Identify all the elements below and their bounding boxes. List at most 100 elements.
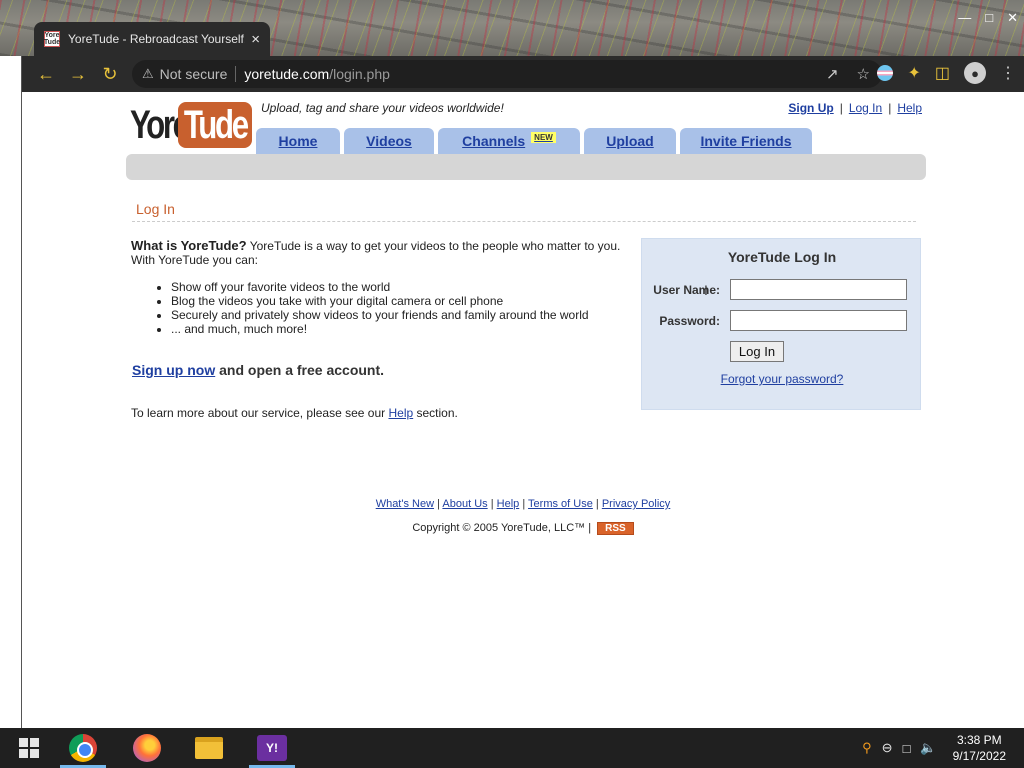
feature-list: Show off your favorite videos to the wor… <box>171 280 589 336</box>
url-host[interactable]: yoretude.com <box>244 66 329 82</box>
site-tagline: Upload, tag and share your videos worldw… <box>261 101 504 115</box>
taskbar-file-explorer[interactable] <box>180 728 238 768</box>
copyright-text: Copyright © 2005 YoreTude, LLC™ | <box>412 522 595 534</box>
address-bar-actions: ↗ ☆ <box>826 65 870 83</box>
flag-extension-icon[interactable] <box>877 65 894 81</box>
yahoo-messenger-icon: Y! <box>257 735 287 761</box>
tab-upload[interactable]: Upload <box>584 128 676 154</box>
windows-logo-icon <box>19 738 39 758</box>
puzzle-extensions-icon[interactable]: ✦ <box>907 63 920 83</box>
window-controls: — □ ✕ <box>958 10 1018 26</box>
log-in-button[interactable]: Log In <box>730 341 784 362</box>
separator: | <box>888 101 892 115</box>
os-taskbar: Y! ⚲ ⊖ □ 🔈 3:38 PM 9/17/2022 <box>0 728 1024 768</box>
clock-time: 3:38 PM <box>956 733 1002 747</box>
list-item: Blog the videos you take with your digit… <box>171 294 589 308</box>
extension-icons: ✦ ◫ ● ⋮ <box>877 62 1016 84</box>
title-divider <box>132 221 916 222</box>
clock-date: 9/17/2022 <box>952 749 1006 763</box>
divider <box>235 66 237 82</box>
footer-help-link[interactable]: Help <box>497 498 520 510</box>
site-favicon: Yore Tude <box>43 31 61 47</box>
bookmark-star-icon[interactable]: ☆ <box>857 65 870 83</box>
close-window-icon[interactable]: ✕ <box>1007 10 1018 26</box>
list-item: Securely and privately show videos to yo… <box>171 308 589 322</box>
maximize-icon[interactable]: □ <box>985 10 993 26</box>
separator: | <box>839 101 843 115</box>
copyright: Copyright © 2005 YoreTude, LLC™ | RSS <box>22 522 1024 535</box>
signup-callout-text: and open a free account. <box>215 362 385 378</box>
url-path[interactable]: /login.php <box>329 66 390 82</box>
footer-links: What's New | About Us | Help | Terms of … <box>22 498 1024 510</box>
tab-title: YoreTude - Rebroadcast Yourself. <box>68 32 246 46</box>
network-icon[interactable]: □ <box>903 741 911 756</box>
signup-callout: Sign up now and open a free account. <box>132 362 384 378</box>
logo-text-right: Tude <box>178 102 252 148</box>
terms-of-use-link[interactable]: Terms of Use <box>528 498 593 510</box>
separator: | <box>519 498 529 510</box>
security-status[interactable]: Not secure <box>160 66 228 82</box>
intro-heading: What is YoreTude? <box>131 238 247 253</box>
tab-close-icon[interactable]: × <box>251 31 260 48</box>
profile-avatar-icon[interactable]: ● <box>964 62 986 84</box>
volume-icon[interactable]: 🔈 <box>920 740 936 756</box>
username-input[interactable] <box>730 279 907 300</box>
whats-new-link[interactable]: What's New <box>376 498 434 510</box>
desktop-edge <box>0 56 22 728</box>
folder-icon <box>195 737 223 759</box>
account-links: Sign Up | Log In | Help <box>788 101 922 115</box>
page-title: Log In <box>136 201 175 217</box>
minimize-icon[interactable]: — <box>958 10 971 26</box>
address-bar[interactable]: ⚠ Not secure yoretude.com /login.php ↗ ☆ <box>132 60 882 88</box>
separator: | <box>592 498 602 510</box>
username-label: User Name: <box>653 283 720 297</box>
password-input[interactable] <box>730 310 907 331</box>
learn-more-suffix: section. <box>413 406 458 420</box>
forward-icon[interactable]: → <box>62 58 94 90</box>
web-page: Yore Tude Upload, tag and share your vid… <box>22 92 1024 728</box>
browser-menu-icon[interactable]: ⋮ <box>1000 63 1016 83</box>
taskbar-chrome[interactable] <box>54 728 112 768</box>
rss-badge[interactable]: RSS <box>597 522 634 535</box>
browser-tab[interactable]: Yore Tude YoreTude - Rebroadcast Yoursel… <box>34 22 270 56</box>
help-section-link[interactable]: Help <box>388 406 413 420</box>
chrome-icon <box>69 734 97 762</box>
log-in-link[interactable]: Log In <box>849 101 882 115</box>
learn-more-prefix: To learn more about our service, please … <box>131 406 389 420</box>
back-icon[interactable]: ← <box>30 58 62 90</box>
firefox-icon <box>133 734 161 762</box>
text-cursor-icon: I <box>704 282 708 298</box>
tab-invite-friends[interactable]: Invite Friends <box>680 128 812 154</box>
list-item: Show off your favorite videos to the wor… <box>171 280 589 294</box>
clock[interactable]: 3:38 PM 9/17/2022 <box>953 732 1006 764</box>
taskbar-firefox[interactable] <box>118 728 176 768</box>
separator: | <box>487 498 497 510</box>
sign-up-link[interactable]: Sign Up <box>788 101 833 115</box>
new-badge: NEW <box>531 131 556 143</box>
intro-text: What is YoreTude? YoreTude is a way to g… <box>131 238 621 268</box>
learn-more-text: To learn more about our service, please … <box>131 406 458 420</box>
about-us-link[interactable]: About Us <box>442 498 487 510</box>
reload-icon[interactable]: ↻ <box>94 58 126 90</box>
share-icon[interactable]: ↗ <box>826 65 839 83</box>
taskbar-yahoo-messenger[interactable]: Y! <box>243 728 301 768</box>
side-panel-icon[interactable]: ◫ <box>935 63 950 83</box>
privacy-policy-link[interactable]: Privacy Policy <box>602 498 670 510</box>
browser-toolbar: ← → ↻ ⚠ Not secure yoretude.com /login.p… <box>22 56 1024 92</box>
status-tray-icon[interactable]: ⊖ <box>882 740 893 756</box>
help-link[interactable]: Help <box>897 101 922 115</box>
system-tray: ⚲ ⊖ □ 🔈 3:38 PM 9/17/2022 <box>862 728 1006 768</box>
search-tray-icon[interactable]: ⚲ <box>862 740 872 756</box>
nav-subbar <box>126 154 926 180</box>
forgot-password-link[interactable]: Forgot your password? <box>642 372 922 386</box>
login-panel: YoreTude Log In User Name: Password: Log… <box>641 238 921 410</box>
tab-videos[interactable]: Videos <box>344 128 434 154</box>
tab-channels[interactable]: Channels NEW <box>438 128 580 154</box>
start-button[interactable] <box>0 728 58 768</box>
sign-up-now-link[interactable]: Sign up now <box>132 362 215 378</box>
main-nav: Home Videos Channels NEW Upload Invite F… <box>256 128 812 154</box>
tab-home[interactable]: Home <box>256 128 340 154</box>
warning-triangle-icon[interactable]: ⚠ <box>142 66 154 82</box>
browser-titlebar: Yore Tude YoreTude - Rebroadcast Yoursel… <box>0 0 1024 56</box>
site-logo[interactable]: Yore Tude <box>130 102 252 148</box>
